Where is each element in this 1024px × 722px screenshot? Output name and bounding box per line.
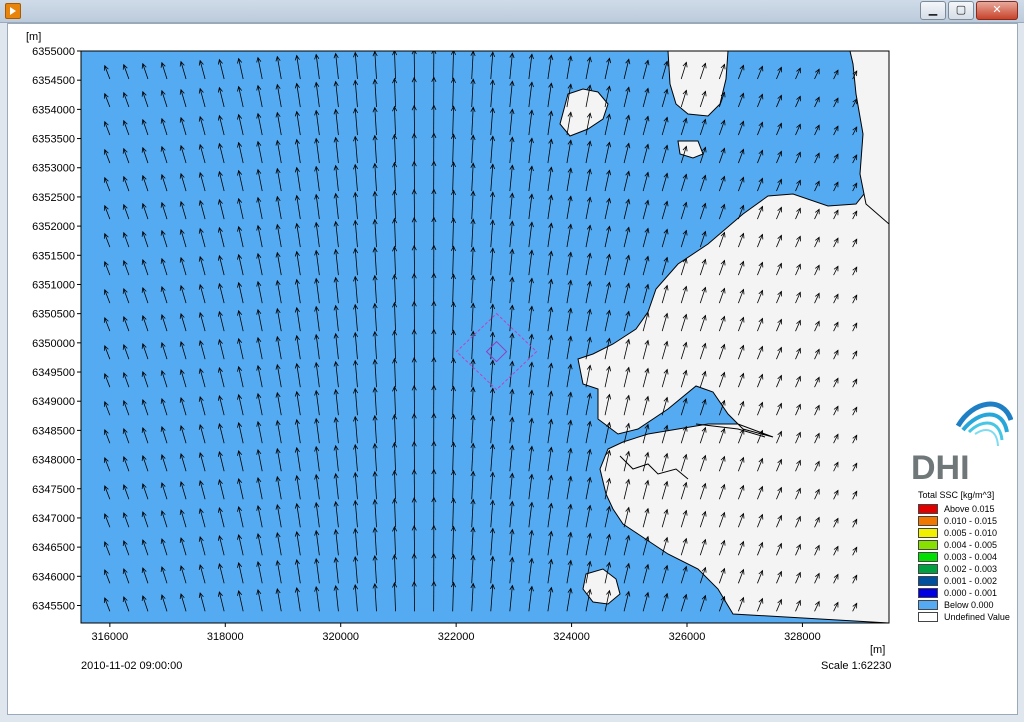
scale-label: Scale 1:62230 [821, 660, 892, 672]
legend-label: 0.005 - 0.010 [944, 528, 998, 538]
legend-label: Below 0.000 [944, 600, 994, 610]
minimize-button[interactable]: ▁ [920, 1, 946, 20]
y-tick-label: 6354500 [32, 75, 75, 87]
x-tick-label: 322000 [438, 631, 475, 643]
legend-item: Below 0.000 [918, 599, 1010, 611]
x-axis-unit: [m] [870, 644, 886, 656]
legend-label: Above 0.015 [944, 504, 995, 514]
legend-swatch [918, 552, 938, 562]
legend-item: Undefined Value [918, 611, 1010, 623]
y-tick-label: 6345500 [32, 600, 75, 612]
legend-label: 0.000 - 0.001 [944, 588, 998, 598]
y-tick-label: 6355000 [32, 46, 75, 58]
legend-swatch [918, 516, 938, 526]
legend-swatch [918, 588, 938, 598]
legend-swatch [918, 612, 938, 622]
y-tick-label: 6348500 [32, 425, 75, 437]
maximize-button[interactable]: ▢ [948, 1, 974, 20]
legend-swatch [918, 540, 938, 550]
window-controls: ▁ ▢ ✕ [920, 1, 1018, 20]
y-tick-label: 6352500 [32, 192, 75, 204]
y-tick-label: 6348000 [32, 455, 75, 467]
y-tick-label: 6351500 [32, 250, 75, 262]
legend-swatch [918, 564, 938, 574]
y-tick-label: 6350000 [32, 338, 75, 350]
legend: Total SSC [kg/m^3] Above 0.015 0.010 - 0.… [918, 490, 1010, 623]
legend-label: 0.002 - 0.003 [944, 564, 998, 574]
x-tick-label: 316000 [91, 631, 128, 643]
y-tick-label: 6354000 [32, 104, 75, 116]
x-tick-label: 320000 [322, 631, 359, 643]
legend-label: 0.003 - 0.004 [944, 552, 998, 562]
y-tick-label: 6346500 [32, 542, 75, 554]
legend-item: 0.004 - 0.005 [918, 539, 1010, 551]
y-tick-label: 6350500 [32, 309, 75, 321]
map-view: 6355000 6354500 6354000 6353500 6353000 63525… [7, 23, 1018, 715]
legend-label: 0.010 - 0.015 [944, 516, 998, 526]
legend-item: 0.005 - 0.010 [918, 527, 1010, 539]
window-titlebar: ▁ ▢ ✕ [0, 0, 1024, 23]
legend-swatch [918, 504, 938, 514]
timestamp-label: 2010-11-02 09:00:00 [81, 660, 183, 672]
y-tick-label: 6349500 [32, 367, 75, 379]
y-tick-label: 6346000 [32, 571, 75, 583]
legend-item: 0.001 - 0.002 [918, 575, 1010, 587]
close-button[interactable]: ✕ [976, 1, 1018, 20]
legend-swatch [918, 600, 938, 610]
x-tick-label: 324000 [553, 631, 590, 643]
y-axis-unit: [m] [26, 31, 42, 43]
map-plot[interactable]: 6355000 6354500 6354000 6353500 6353000 63525… [8, 24, 1017, 714]
y-tick-label: 6352000 [32, 221, 75, 233]
y-tick-label: 6351000 [32, 279, 75, 291]
legend-swatch [918, 528, 938, 538]
legend-label: 0.001 - 0.002 [944, 576, 998, 586]
legend-item: 0.010 - 0.015 [918, 515, 1010, 527]
app-icon[interactable] [5, 3, 21, 19]
legend-swatch [918, 576, 938, 586]
legend-item: 0.002 - 0.003 [918, 563, 1010, 575]
x-tick-label: 326000 [669, 631, 706, 643]
dhi-logo: DHI [903, 394, 1014, 494]
dhi-logo-text: DHI [911, 449, 970, 487]
y-tick-label: 6347500 [32, 484, 75, 496]
legend-label: Undefined Value [944, 612, 1010, 622]
legend-item: 0.000 - 0.001 [918, 587, 1010, 599]
legend-item: 0.003 - 0.004 [918, 551, 1010, 563]
y-tick-label: 6353500 [32, 134, 75, 146]
y-tick-label: 6353000 [32, 163, 75, 175]
x-tick-label: 318000 [207, 631, 244, 643]
x-tick-label: 328000 [784, 631, 821, 643]
legend-title: Total SSC [kg/m^3] [918, 490, 995, 500]
legend-label: 0.004 - 0.005 [944, 540, 998, 550]
y-tick-label: 6347000 [32, 513, 75, 525]
y-tick-label: 6349000 [32, 396, 75, 408]
legend-item: Above 0.015 [918, 503, 1010, 515]
